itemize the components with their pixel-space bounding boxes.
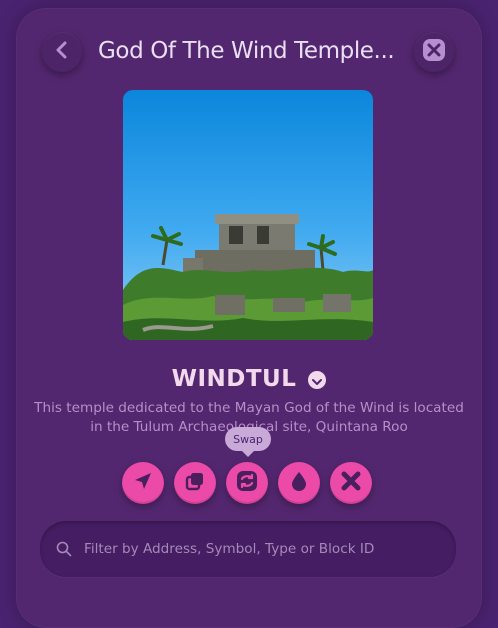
swap-button[interactable] bbox=[226, 462, 268, 504]
chevron-down-icon bbox=[312, 371, 323, 390]
search-icon bbox=[56, 541, 72, 557]
burn-button[interactable] bbox=[330, 462, 372, 504]
drop-icon bbox=[289, 470, 309, 496]
token-header: WINDTUL bbox=[0, 366, 498, 392]
swap-icon bbox=[235, 469, 259, 497]
burn-icon bbox=[339, 469, 363, 497]
token-name: WINDTUL bbox=[171, 366, 297, 392]
swap-tooltip: Swap bbox=[225, 427, 271, 457]
token-dropdown-toggle[interactable] bbox=[308, 371, 327, 390]
close-icon bbox=[421, 37, 447, 67]
send-button[interactable] bbox=[122, 462, 164, 504]
close-button[interactable] bbox=[414, 32, 454, 72]
drop-button[interactable] bbox=[278, 462, 320, 504]
action-buttons bbox=[122, 462, 376, 506]
search-bar[interactable] bbox=[40, 521, 456, 577]
copy-button[interactable] bbox=[174, 462, 216, 504]
copy-icon bbox=[184, 470, 206, 496]
token-image bbox=[123, 90, 373, 340]
search-input[interactable] bbox=[82, 540, 446, 558]
back-button[interactable] bbox=[42, 32, 82, 72]
chevron-left-icon bbox=[54, 41, 70, 63]
send-icon bbox=[132, 470, 154, 496]
page-title: God Of The Wind Temple... bbox=[98, 38, 395, 64]
